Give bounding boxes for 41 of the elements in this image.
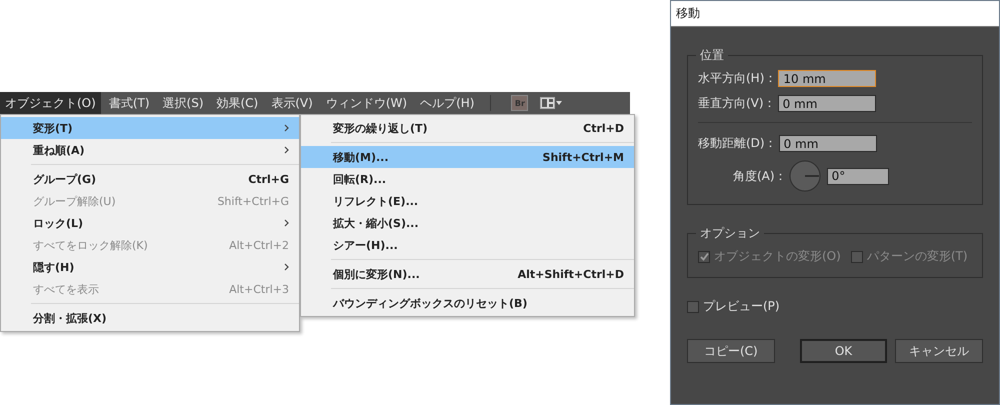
input-field[interactable]: 10 mm	[778, 70, 876, 87]
menu-bar-item[interactable]: 選択(S)	[158, 92, 208, 114]
menu-bar-item[interactable]: 書式(T)	[104, 92, 155, 114]
menu-item[interactable]: 回転(R)...	[301, 168, 634, 190]
dialog-button[interactable]: キャンセル	[895, 339, 984, 363]
field-label: 移動距離(D)：	[698, 135, 777, 152]
dialog-button[interactable]: OK	[800, 339, 888, 363]
menu-item[interactable]: 分割・拡張(X)	[1, 307, 299, 329]
menu-item[interactable]: シアー(H)...	[301, 234, 634, 256]
field-label: 水平方向(H)：	[698, 70, 776, 87]
layout-icon[interactable]	[540, 97, 562, 109]
checkbox-label: パターンの変形(T)	[866, 248, 968, 265]
menu-item[interactable]: 変形(T)	[1, 117, 299, 139]
menu-item[interactable]: 重ね順(A)	[1, 139, 299, 161]
menu-bar-item[interactable]: ヘルプ(H)	[415, 92, 480, 114]
input-field[interactable]: 0 mm	[778, 135, 877, 152]
menu-bar-item[interactable]: ウィンドウ(W)	[320, 92, 412, 114]
menu-item[interactable]: 移動(M)... Shift+Ctrl+M	[301, 146, 634, 168]
menu-bar-item[interactable]: オブジェクト(O)	[0, 92, 101, 114]
group-title: 位置	[696, 47, 728, 64]
field-label: 垂直方向(V)：	[698, 95, 776, 112]
dialog-button[interactable]: コピー(C)	[687, 339, 775, 363]
checkbox-label: オブジェクトの変形(O)	[714, 248, 841, 265]
field-label: 角度(A)：	[733, 168, 787, 184]
menu-item[interactable]: 隠す(H)	[1, 256, 299, 278]
menu-item[interactable]: グループ(G) Ctrl+G	[1, 168, 299, 190]
menu-item[interactable]: 変形の繰り返し(T) Ctrl+D	[301, 117, 634, 139]
menu-item[interactable]: リフレクト(E)...	[301, 190, 634, 212]
dialog-title: 移動	[671, 1, 999, 27]
check-icon	[700, 252, 708, 261]
menu-item[interactable]: 拡大・縮小(S)...	[301, 212, 634, 234]
menu-item[interactable]: バウンディングボックスのリセット(B)	[301, 292, 634, 314]
input-field[interactable]: 0°	[826, 168, 889, 184]
checkbox-label: プレビュー(P)	[703, 298, 780, 315]
menu-item[interactable]: 個別に変形(N)... Alt+Shift+Ctrl+D	[301, 263, 634, 285]
input-field[interactable]: 0 mm	[778, 95, 876, 112]
menu-bar-item[interactable]: 表示(V)	[266, 92, 318, 114]
angle-dial-icon[interactable]	[788, 160, 821, 192]
checkbox[interactable]	[687, 300, 699, 312]
menu-item[interactable]: ロック(L)	[1, 212, 299, 234]
menu-bar-item[interactable]: 効果(C)	[212, 92, 264, 114]
